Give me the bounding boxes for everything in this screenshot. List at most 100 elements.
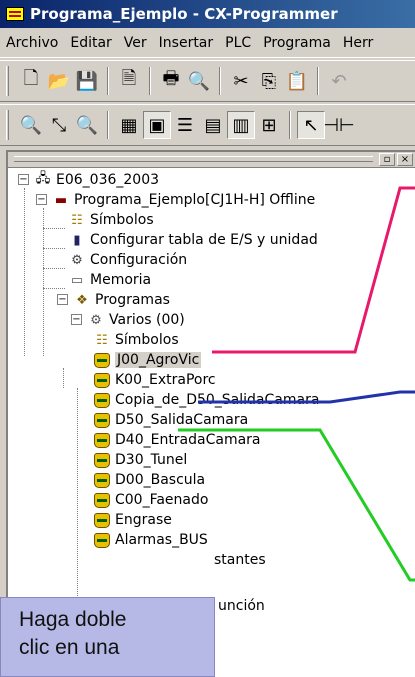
select-arrow-icon[interactable]: ↖	[297, 111, 325, 139]
memory-icon: ▭	[70, 272, 84, 288]
restore-icon[interactable]: ▫	[379, 153, 395, 166]
cut-icon[interactable]: ✂	[227, 67, 255, 95]
tree-item-label: D40_EntradaCamara	[115, 432, 261, 448]
tree-item-label: Símbolos	[115, 332, 179, 348]
tree-item-configuracion[interactable]: ⚙ Configuración	[68, 250, 187, 270]
contact-icon[interactable]: ⊣⊢	[323, 111, 354, 139]
menu-ver[interactable]: Ver	[118, 35, 153, 51]
tree-item-label: C00_Faenado	[115, 492, 209, 508]
tree-project-label: Programa_Ejemplo[CJ1H-H] Offline	[74, 192, 316, 208]
tree-root-label: E06_036_2003	[56, 172, 160, 188]
tree-section-copia-d50[interactable]: Copia_de_D50_SalidaCamara	[93, 390, 319, 410]
workspace-header: ▫ ×	[8, 152, 415, 168]
menu-editar[interactable]: Editar	[64, 35, 117, 51]
settings-icon: ⚙	[71, 252, 83, 268]
program-section-icon	[93, 372, 111, 388]
workspace-grip	[14, 156, 373, 162]
menu-herramientas[interactable]: Herr	[337, 35, 379, 51]
tree-section-d30[interactable]: D30_Tunel	[93, 450, 187, 470]
tree-item-partial-funcion[interactable]: unción	[218, 596, 265, 616]
grid-icon[interactable]: ▦	[115, 111, 143, 139]
tree-item-partial-constantes[interactable]: stantes	[214, 550, 266, 570]
tree-project[interactable]: − ▬ Programa_Ejemplo[CJ1H-H] Offline	[36, 190, 315, 210]
zoom-fit-icon[interactable]: ⤡	[45, 111, 73, 139]
collapse-icon[interactable]: −	[71, 314, 82, 325]
print-icon[interactable]: 🖶	[157, 67, 185, 95]
toolbar-separator	[317, 67, 319, 95]
tree-section-j00[interactable]: J00_AgroVic	[93, 350, 202, 370]
tree-item-label: Memoria	[90, 272, 152, 288]
tree-item-label: Configuración	[90, 252, 188, 268]
tree-section-k00[interactable]: K00_ExtraPorc	[93, 370, 216, 390]
menu-plc[interactable]: PLC	[219, 35, 257, 51]
tree-item-label: Copia_de_D50_SalidaCamara	[115, 392, 320, 408]
tree-item-label: Varios (00)	[109, 312, 185, 328]
menu-insertar[interactable]: Insertar	[153, 35, 220, 51]
tree-section-d00[interactable]: D00_Bascula	[93, 470, 205, 490]
toolbar-separator	[107, 67, 109, 95]
tree-item-label: D50_SalidaCamara	[115, 412, 249, 428]
new-file-icon[interactable]: 🗋	[17, 67, 45, 95]
paste-icon[interactable]: 📋	[283, 67, 311, 95]
toolbar-grip[interactable]	[6, 110, 9, 140]
tree-section-d40[interactable]: D40_EntradaCamara	[93, 430, 261, 450]
collapse-icon[interactable]: −	[18, 174, 29, 185]
tree-item-label: K00_ExtraPorc	[115, 372, 216, 388]
tree-section-alarmas[interactable]: Alarmas_BUS	[93, 530, 208, 550]
network-icon: 🖧	[35, 171, 51, 186]
zoom-small-icon[interactable]: 🔍	[17, 111, 45, 139]
tree-item-label: J00_AgroVic	[115, 352, 202, 368]
output-window-icon[interactable]: ▥	[227, 111, 255, 139]
tree-item-programas[interactable]: − ❖ Programas	[57, 290, 170, 310]
window-title: Programa_Ejemplo - CX-Programmer	[30, 5, 338, 23]
toolbar-separator	[107, 111, 109, 139]
program-section-icon	[93, 392, 111, 408]
tree-item-label: unción	[218, 598, 265, 614]
tree-section-d50[interactable]: D50_SalidaCamara	[93, 410, 248, 430]
tree-item-label: Alarmas_BUS	[115, 532, 208, 548]
program-section-icon	[93, 492, 111, 508]
tree-item-simbolos[interactable]: ☷ Símbolos	[68, 210, 153, 230]
menu-archivo[interactable]: Archivo	[0, 35, 64, 51]
program-section-icon	[93, 352, 111, 368]
callout-line-2: clic en una	[19, 636, 120, 659]
open-folder-icon[interactable]: 📂	[45, 67, 73, 95]
menu-programa[interactable]: Programa	[257, 35, 337, 51]
plc-offline-icon: ▬	[54, 192, 68, 208]
program-section-icon	[93, 512, 111, 528]
tree-item-label: D00_Bascula	[115, 472, 206, 488]
collapse-icon[interactable]: −	[57, 294, 68, 305]
undo-icon[interactable]: ↶	[325, 67, 353, 95]
tree-section-engrase[interactable]: Engrase	[93, 510, 172, 530]
symbols-icon: ☷	[96, 332, 108, 348]
properties-icon[interactable]: 🗎	[115, 67, 143, 95]
tree-item-label: D30_Tunel	[115, 452, 188, 468]
program-section-icon	[93, 452, 111, 468]
cross-reference-icon[interactable]: ⊞	[255, 111, 283, 139]
app-icon	[6, 7, 24, 21]
watch-window-icon[interactable]: ▤	[199, 111, 227, 139]
program-section-icon	[93, 412, 111, 428]
collapse-icon[interactable]: −	[36, 194, 47, 205]
tree-item-io-table[interactable]: ▮ Configurar tabla de E/S y unidad	[68, 230, 317, 250]
close-icon[interactable]: ×	[397, 153, 413, 166]
task-icon: ⚙	[90, 312, 102, 328]
tree-item-memoria[interactable]: ▭ Memoria	[68, 270, 151, 290]
tree-item-varios-simbolos[interactable]: ☷ Símbolos	[93, 330, 179, 350]
copy-icon[interactable]: ⎘	[255, 67, 283, 95]
program-section-icon	[93, 532, 111, 548]
tree-item-varios[interactable]: − ⚙ Varios (00)	[71, 310, 185, 330]
io-table-icon: ▮	[73, 232, 81, 248]
menu-bar: Archivo Editar Ver Insertar PLC Programa…	[0, 28, 415, 58]
project-tree-icon[interactable]: ▣	[143, 111, 171, 139]
print-preview-icon[interactable]: 🔍	[185, 67, 213, 95]
save-icon[interactable]: 💾	[73, 67, 101, 95]
toolbar-separator	[289, 111, 291, 139]
toolbar-separator	[219, 67, 221, 95]
tree-root[interactable]: − 🖧 E06_036_2003	[18, 170, 159, 190]
list-icon[interactable]: ☰	[171, 111, 199, 139]
view-toolbar: 🔍 ⤡ 🔍 ▦ ▣ ☰ ▤ ▥ ⊞ ↖ ⊣⊢	[0, 104, 415, 146]
tree-section-c00[interactable]: C00_Faenado	[93, 490, 208, 510]
toolbar-grip[interactable]	[6, 66, 9, 96]
zoom-icon[interactable]: 🔍	[73, 111, 101, 139]
